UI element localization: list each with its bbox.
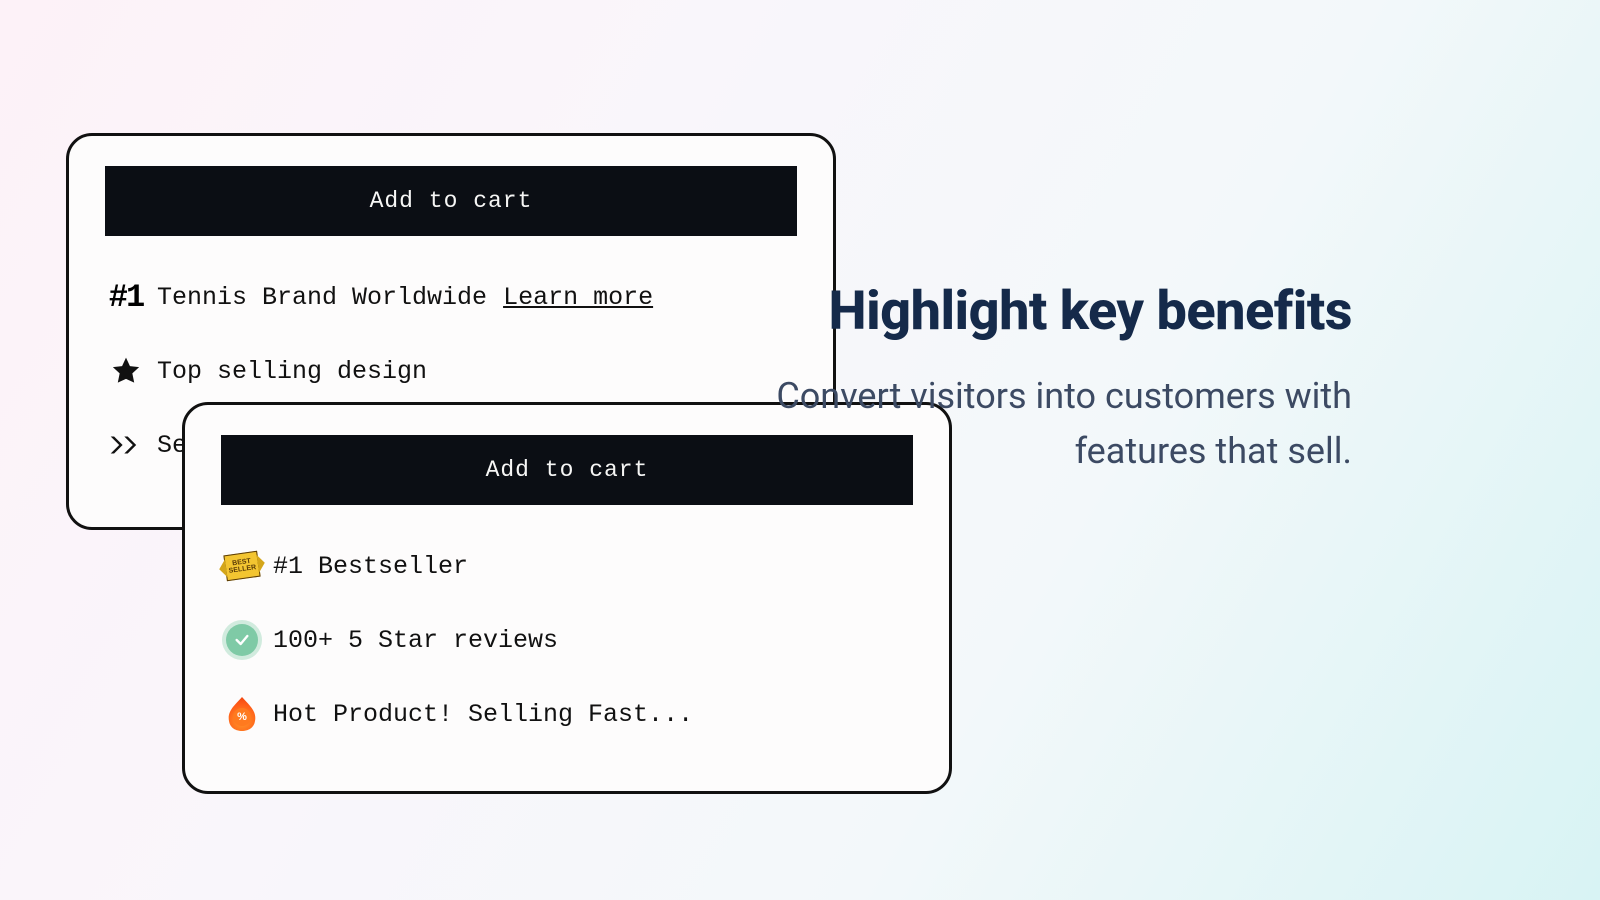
flame-percent-symbol: % (233, 708, 251, 726)
bestseller-badge-icon: BEST SELLER (225, 549, 259, 583)
benefit-text: 100+ 5 Star reviews (273, 626, 558, 655)
benefit-text: Tennis Brand Worldwide (157, 283, 487, 312)
number-one-icon: #1 (109, 280, 143, 314)
page-headline: Highlight key benefits (772, 284, 1352, 341)
benefit-row: 100+ 5 Star reviews (225, 623, 913, 657)
benefit-text: #1 Bestseller (273, 552, 468, 581)
benefit-text: Hot Product! Selling Fast... (273, 700, 693, 729)
benefit-row: % Hot Product! Selling Fast... (225, 697, 913, 731)
verified-check-icon (225, 623, 259, 657)
fire-discount-icon: % (225, 697, 259, 731)
benefit-text: Top selling design (157, 357, 427, 386)
double-chevron-right-icon (109, 428, 143, 462)
benefit-row: #1 Tennis Brand Worldwide Learn more (109, 280, 797, 314)
add-to-cart-button[interactable]: Add to cart (105, 166, 797, 236)
benefits-list: BEST SELLER #1 Bestseller 100+ 5 Star re… (221, 549, 913, 731)
headline-column: Highlight key benefits Convert visitors … (772, 284, 1352, 480)
star-icon (109, 354, 143, 388)
learn-more-link[interactable]: Learn more (503, 283, 653, 312)
benefit-row: Top selling design (109, 354, 797, 388)
page-subhead: Convert visitors into customers with fea… (772, 369, 1352, 481)
benefit-row: BEST SELLER #1 Bestseller (225, 549, 913, 583)
